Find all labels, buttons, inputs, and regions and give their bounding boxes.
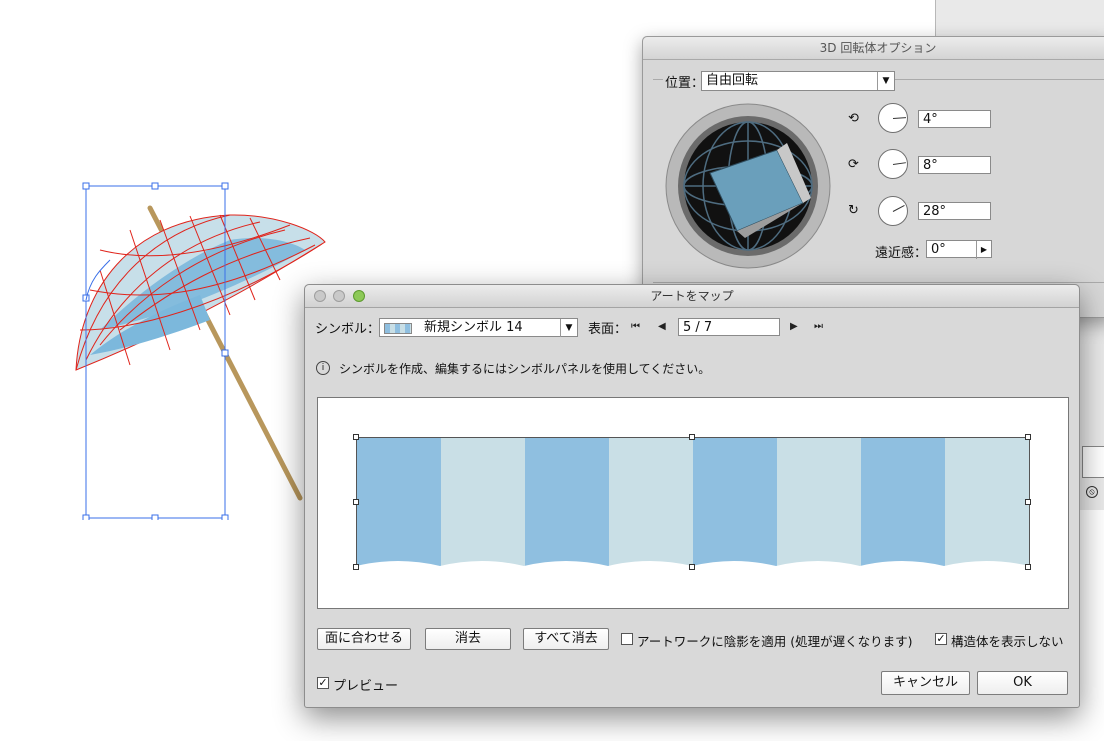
- preview-checkbox[interactable]: ✓: [317, 677, 329, 689]
- surface-label: 表面：: [588, 322, 628, 337]
- info-text: シンボルを作成、編集するにはシンボルパネルを使用してください。: [339, 362, 711, 376]
- symbol-label: シンボル：: [315, 322, 381, 337]
- x-rotation-input[interactable]: 4°: [918, 110, 991, 128]
- umbrella-artwork[interactable]: [60, 180, 340, 520]
- shade-artwork-checkbox[interactable]: [621, 633, 633, 645]
- stripe: [945, 438, 1029, 567]
- z-axis-rotate-icon: ↻: [848, 203, 859, 218]
- previous-surface-icon[interactable]: ◀: [658, 321, 666, 332]
- transform-handle[interactable]: [1025, 499, 1031, 505]
- panel-divider: [653, 282, 1104, 283]
- transform-handle[interactable]: [1025, 564, 1031, 570]
- hide-geometry-label: 構造体を表示しない: [951, 634, 1064, 649]
- hide-geometry-checkbox[interactable]: ✓: [935, 633, 947, 645]
- position-select-value: 自由回転: [706, 73, 759, 88]
- position-label: 位置：: [663, 72, 707, 91]
- zoom-window-button[interactable]: [353, 290, 365, 302]
- next-surface-icon[interactable]: ▶: [790, 321, 798, 332]
- transform-handle[interactable]: [353, 499, 359, 505]
- x-rotation-dial[interactable]: [878, 103, 908, 133]
- symbol-select[interactable]: 新規シンボル 14 ▼: [379, 318, 578, 337]
- transform-handle[interactable]: [689, 564, 695, 570]
- fit-to-surface-button[interactable]: 面に合わせる: [317, 628, 411, 650]
- chevron-down-icon: ▼: [877, 72, 894, 90]
- cancel-button[interactable]: キャンセル: [881, 671, 970, 695]
- shade-artwork-label: アートワークに陰影を適用 (処理が遅くなります): [637, 634, 913, 649]
- y-rotation-dial[interactable]: [878, 149, 908, 179]
- clear-button[interactable]: 消去: [425, 628, 511, 650]
- chevron-down-icon: ▼: [560, 319, 577, 337]
- transform-handle[interactable]: [353, 564, 359, 570]
- mapped-artwork[interactable]: [356, 437, 1030, 568]
- stripe: [861, 438, 945, 567]
- minimize-window-button[interactable]: [333, 290, 345, 302]
- map-art-dialog: アートをマップ シンボル： 新規シンボル 14 ▼ 表面： ⏮ ◀ 5 / 7 …: [304, 284, 1080, 708]
- position-select[interactable]: 自由回転 ▼: [701, 71, 895, 91]
- stripe: [777, 438, 861, 567]
- info-icon: i: [316, 361, 330, 375]
- perspective-input[interactable]: 0° ▶: [926, 240, 992, 259]
- close-window-button[interactable]: [314, 290, 326, 302]
- dialog-titlebar: アートをマップ: [305, 285, 1079, 308]
- preview-label: プレビュー: [333, 679, 399, 694]
- panel-title: 3D 回転体オプション: [643, 37, 1104, 60]
- z-rotation-input[interactable]: 28°: [918, 202, 991, 220]
- rotation-trackball[interactable]: [665, 103, 831, 269]
- stripe: [525, 438, 609, 567]
- perspective-value: 0°: [931, 242, 946, 257]
- revolve-3d-options-panel: 3D 回転体オプション 位置： 自由回転 ▼ ⟲ 4° ⟳ 8° ↻ 28° 遠…: [642, 36, 1104, 318]
- last-surface-icon[interactable]: ⏭: [814, 321, 823, 332]
- map-preview-area[interactable]: [317, 397, 1069, 609]
- clear-all-button[interactable]: すべて消去: [523, 628, 609, 650]
- stripe: [693, 438, 777, 567]
- transform-handle[interactable]: [689, 434, 695, 440]
- surface-input[interactable]: 5 / 7: [678, 318, 780, 336]
- ok-button[interactable]: OK: [977, 671, 1068, 695]
- background-panel-field: [1082, 446, 1104, 478]
- no-entry-icon: ⦸: [1086, 486, 1098, 498]
- perspective-label: 遠近感：: [875, 246, 928, 261]
- x-axis-rotate-icon: ⟲: [848, 111, 859, 126]
- z-rotation-dial[interactable]: [878, 196, 908, 226]
- play-icon[interactable]: ▶: [976, 241, 991, 259]
- y-rotation-input[interactable]: 8°: [918, 156, 991, 174]
- symbol-swatch: [384, 323, 412, 334]
- transform-handle[interactable]: [1025, 434, 1031, 440]
- y-axis-rotate-icon: ⟳: [848, 157, 859, 172]
- stripe: [441, 438, 525, 567]
- dialog-title: アートをマップ: [650, 289, 734, 303]
- symbol-select-value: 新規シンボル 14: [424, 320, 523, 335]
- transform-handle[interactable]: [353, 434, 359, 440]
- stripe: [609, 438, 693, 567]
- first-surface-icon[interactable]: ⏮: [631, 321, 640, 332]
- stripe: [357, 438, 441, 567]
